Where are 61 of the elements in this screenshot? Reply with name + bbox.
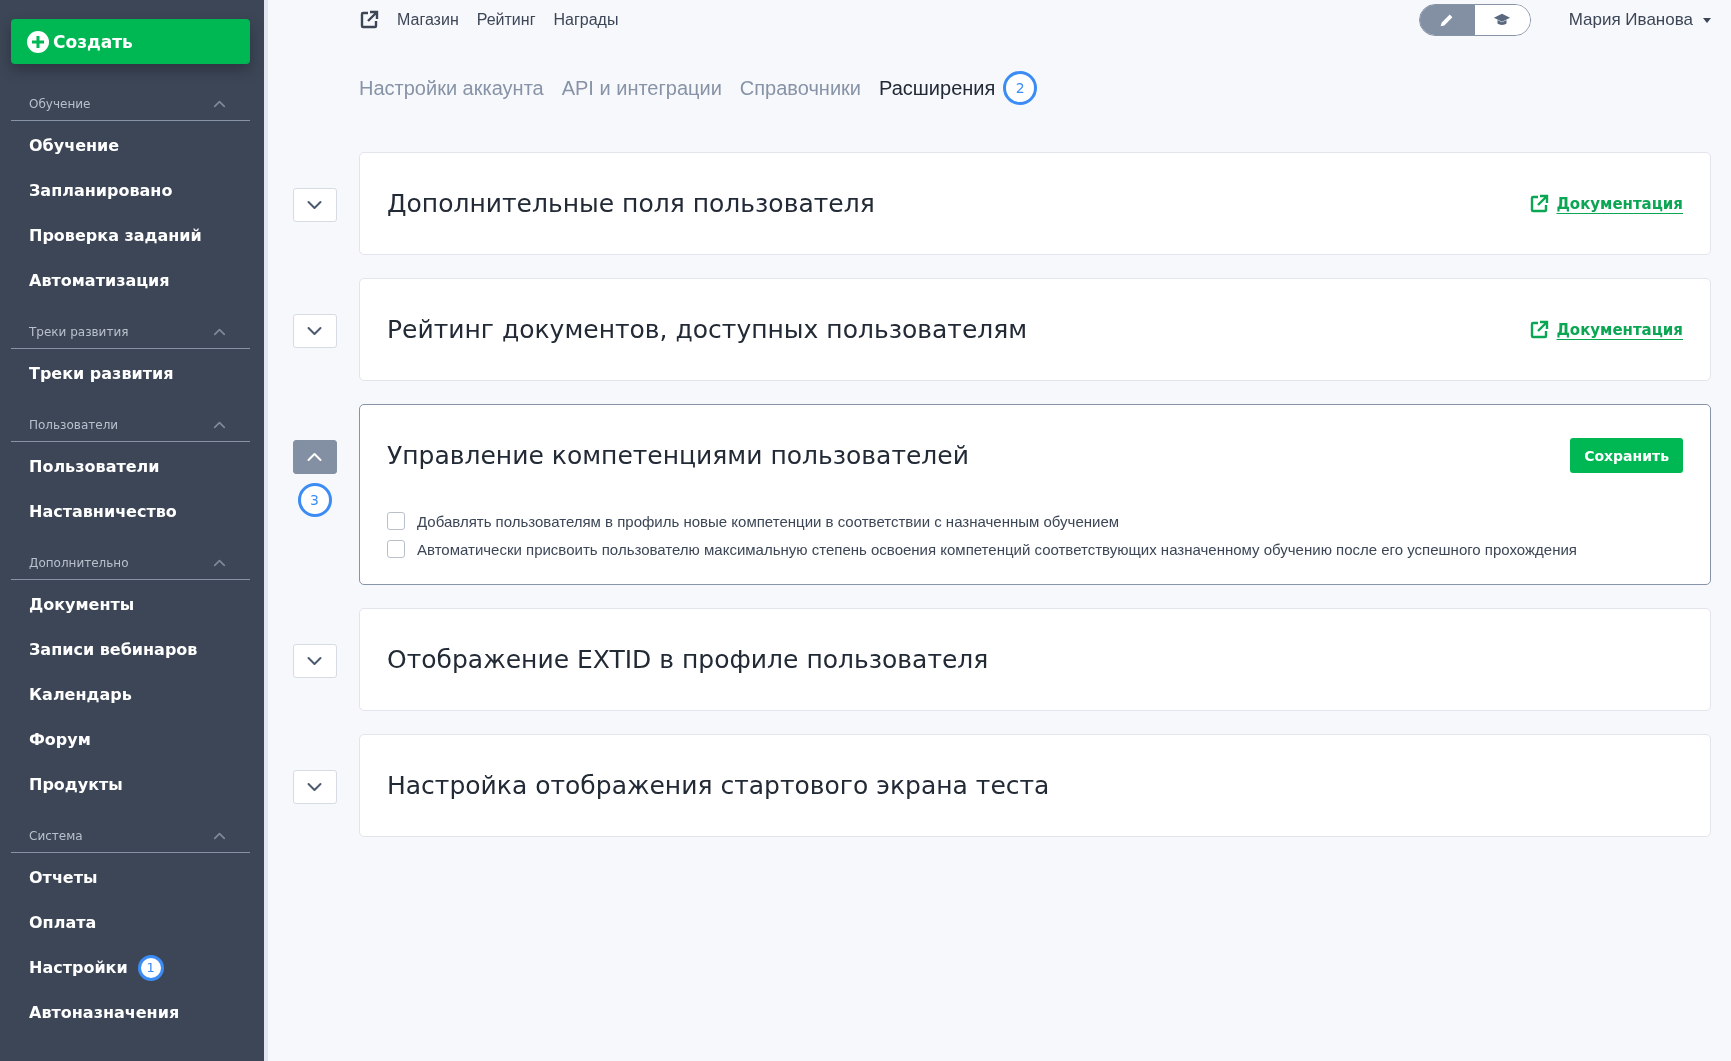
card-title: Настройка отображения стартового экрана теста xyxy=(387,771,1050,800)
section-header[interactable]: Треки развития xyxy=(11,315,250,349)
checkbox-label: Добавлять пользователям в профиль новые компетенции в соответствии с назначенным обучением xyxy=(417,512,1120,530)
number-badge: 3 xyxy=(297,483,332,517)
chevron-icon xyxy=(213,420,226,429)
sidebar-item[interactable]: Автоназначения xyxy=(29,1003,180,1022)
user-menu[interactable]: Мария Иванова xyxy=(1568,10,1711,30)
card-title: Дополнительные поля пользователя xyxy=(387,189,875,218)
nav-link[interactable]: Награды xyxy=(553,11,619,29)
sidebar-item[interactable]: Оплата xyxy=(29,913,97,932)
chevron-icon xyxy=(306,656,323,666)
chevron-icon xyxy=(306,452,323,462)
number-badge: 1 xyxy=(137,954,164,981)
plus-icon xyxy=(27,30,49,53)
sidebar-item[interactable]: Продукты xyxy=(29,775,123,794)
card-title: Управление компетенциями пользователей xyxy=(387,441,969,470)
sidebar-item[interactable]: Проверка заданий xyxy=(29,226,202,245)
section-title: Обучение xyxy=(29,96,91,111)
sidebar-item[interactable]: Обучение xyxy=(29,136,120,155)
chevron-icon xyxy=(306,782,323,792)
section-title: Пользователи xyxy=(29,417,119,432)
sidebar-item[interactable]: Треки развития xyxy=(29,364,174,383)
expand-toggle[interactable] xyxy=(292,440,337,474)
sidebar-item[interactable]: Календарь xyxy=(29,685,132,704)
nav-link[interactable]: Магазин xyxy=(397,11,459,29)
mode-button[interactable] xyxy=(1419,5,1475,35)
sidebar-item[interactable]: Настройки xyxy=(29,958,128,977)
section-title: Треки развития xyxy=(29,324,129,339)
external-link-icon xyxy=(1528,193,1549,214)
chevron-icon xyxy=(213,99,226,108)
sidebar-item[interactable]: Записи вебинаров xyxy=(29,640,198,659)
sidebar-item[interactable]: Документы xyxy=(29,595,135,614)
section-header[interactable]: Дополнительно xyxy=(11,546,250,580)
sidebar-item[interactable]: Наставничество xyxy=(29,502,177,521)
external-link-icon xyxy=(1528,319,1549,340)
section-header[interactable]: Обучение xyxy=(11,87,250,121)
caret-icon xyxy=(1703,17,1711,23)
checkbox[interactable] xyxy=(387,512,405,530)
number-badge: 2 xyxy=(1003,71,1038,105)
sidebar-item[interactable]: Автоматизация xyxy=(29,271,170,290)
external-link-icon xyxy=(359,10,379,30)
section-title: Система xyxy=(29,828,83,843)
chevron-icon xyxy=(213,327,226,336)
sidebar-item[interactable]: Запланировано xyxy=(29,181,173,200)
section-header[interactable]: Система xyxy=(11,819,250,853)
section-header[interactable]: Пользователи xyxy=(11,408,250,442)
chevron-icon xyxy=(306,200,323,210)
chevron-icon xyxy=(213,558,226,567)
section-title: Дополнительно xyxy=(29,555,129,570)
checkbox[interactable] xyxy=(387,540,405,558)
card-title: Отображение EXTID в профиле пользователя xyxy=(387,645,989,674)
sidebar-item[interactable]: Отчеты xyxy=(29,868,98,887)
mode-button[interactable] xyxy=(1474,5,1530,35)
checkbox-label: Автоматически присвоить пользователю максимальную степень освоения компетенций соответствующих назначенному обучению после его успешного прохождения xyxy=(417,540,1577,558)
sidebar-item[interactable]: Форум xyxy=(29,730,91,749)
card-title: Рейтинг документов, доступных пользователям xyxy=(387,315,1028,344)
chevron-icon xyxy=(213,831,226,840)
tab[interactable]: Расширения xyxy=(879,76,996,100)
chevron-icon xyxy=(306,326,323,336)
sidebar-item[interactable]: Пользователи xyxy=(29,457,160,476)
nav-link[interactable]: Рейтинг xyxy=(476,11,536,29)
